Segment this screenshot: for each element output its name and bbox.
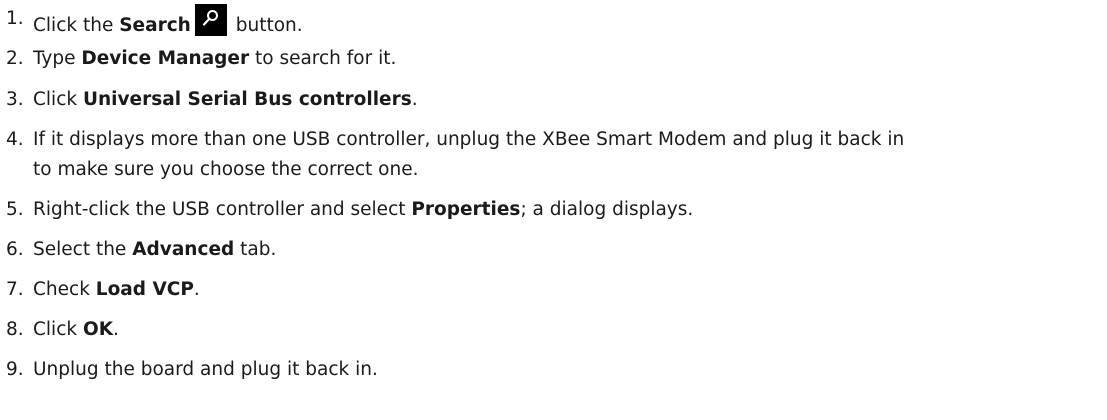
step-number: 2.: [6, 48, 24, 69]
step-bold-term: Advanced: [132, 239, 235, 260]
step-number: 1.: [6, 8, 24, 29]
step-text: Click Universal Serial Bus controllers.: [33, 89, 418, 110]
step-bold-term: OK: [82, 319, 114, 340]
step-bold-term: Search: [119, 15, 191, 36]
step-number: 8.: [6, 319, 24, 340]
step-bold-term: Device Manager: [81, 48, 250, 69]
step-text: Select the Advanced tab.: [33, 239, 277, 260]
step-text: Type Device Manager to search for it.: [33, 48, 397, 69]
step-number: 3.: [6, 89, 24, 110]
step-number: 4.: [6, 129, 24, 150]
step-bold-term: Properties: [411, 199, 521, 220]
search-icon: [194, 4, 227, 36]
step-text: Click OK.: [33, 319, 119, 340]
step-text: If it displays more than one USB control…: [33, 129, 905, 150]
step-text: Check Load VCP.: [33, 279, 200, 300]
step-text: Right-click the USB controller and selec…: [33, 199, 694, 220]
instruction-list: 1. Click the Search button. 2. Type Devi…: [0, 0, 1107, 420]
step-text-continued: to make sure you choose the correct one.: [33, 159, 419, 180]
step-text: Click the Search button.: [33, 4, 303, 41]
step-number: 5.: [6, 199, 24, 220]
step-bold-term: Universal Serial Bus controllers: [82, 89, 412, 110]
step-text: Unplug the board and plug it back in.: [33, 359, 378, 380]
step-number: 7.: [6, 279, 24, 300]
step-number: 6.: [6, 239, 24, 260]
step-number: 9.: [6, 359, 24, 380]
step-bold-term: Load VCP: [95, 279, 194, 300]
